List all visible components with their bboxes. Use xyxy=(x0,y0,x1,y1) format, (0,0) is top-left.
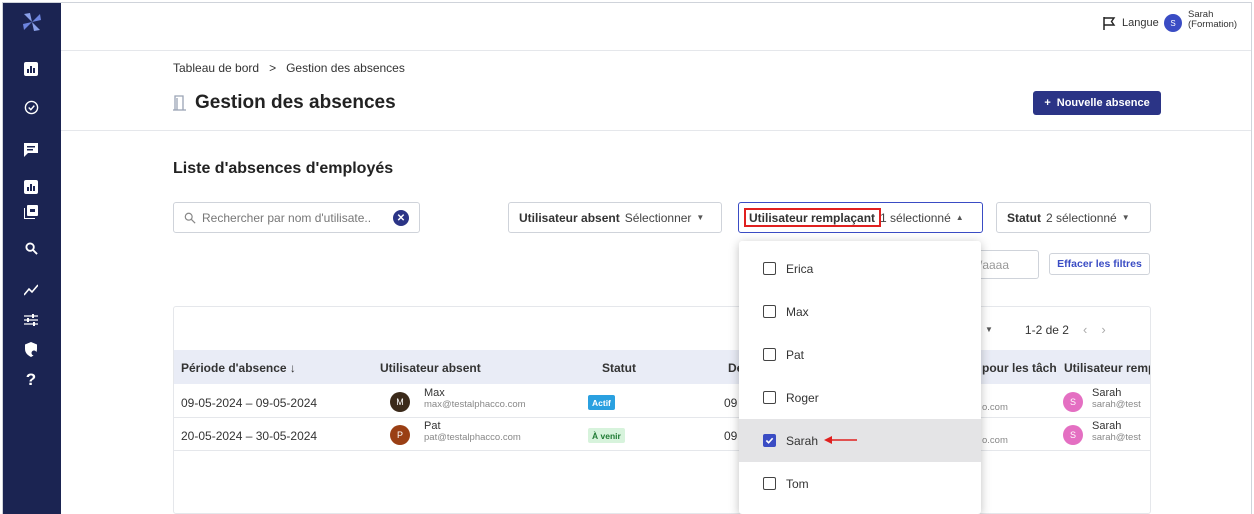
clear-filters-button[interactable]: Effacer les filtres xyxy=(1049,253,1150,275)
dashboard-icon[interactable] xyxy=(20,58,42,80)
dropdown-option-pat[interactable]: Pat xyxy=(739,333,981,376)
replacement-filter-value: 1 sélectionné xyxy=(880,210,951,225)
shield-icon[interactable] xyxy=(20,338,42,360)
option-label: Erica xyxy=(786,261,814,276)
checkbox[interactable] xyxy=(763,348,776,361)
avatar: S xyxy=(1063,425,1083,445)
checkbox-checked[interactable] xyxy=(763,434,776,447)
date-input[interactable]: /aaaa xyxy=(975,250,1039,279)
absent-user-filter[interactable]: Utilisateur absent Sélectionner ▼ xyxy=(508,202,722,233)
logo-icon[interactable] xyxy=(20,10,44,34)
breadcrumb: Tableau de bord > Gestion des absences xyxy=(173,61,405,75)
col-period[interactable]: Période d'absence ↓ xyxy=(181,361,296,375)
checkbox[interactable] xyxy=(763,262,776,275)
dropdown-option-max[interactable]: Max xyxy=(739,290,981,333)
status-badge: À venir xyxy=(588,428,625,443)
replacement-user-cell: Sarah sarah@test xyxy=(1092,421,1141,443)
chat-icon[interactable] xyxy=(20,139,42,161)
stack-icon[interactable] xyxy=(20,201,42,223)
tasks-cell: o.com xyxy=(982,435,1008,446)
breadcrumb-home[interactable]: Tableau de bord xyxy=(173,61,259,75)
col-absent-user[interactable]: Utilisateur absent xyxy=(380,361,481,375)
prev-page-icon[interactable]: ‹ xyxy=(1083,322,1087,337)
status-badge: Actif xyxy=(588,395,615,410)
absent-filter-value: Sélectionner xyxy=(624,210,692,225)
option-label: Tom xyxy=(786,476,809,491)
dropdown-option-roger[interactable]: Roger xyxy=(739,376,981,419)
from-cell: 09 xyxy=(724,429,738,443)
chevron-down-icon: ▼ xyxy=(696,213,705,222)
avatar: S xyxy=(1063,392,1083,412)
avatar: P xyxy=(390,425,410,445)
period-cell: 20-05-2024 – 30-05-2024 xyxy=(181,429,318,443)
new-absence-button[interactable]: + Nouvelle absence xyxy=(1033,91,1161,115)
user-menu[interactable]: Sarah (Formation) xyxy=(1188,10,1237,30)
sidebar: ? xyxy=(3,3,61,514)
checkbox[interactable] xyxy=(763,305,776,318)
next-page-icon[interactable]: › xyxy=(1101,322,1105,337)
top-bar xyxy=(61,3,1252,51)
replacement-user-cell: Sarah sarah@test xyxy=(1092,388,1141,410)
dropdown-option-sarah[interactable]: Sarah xyxy=(739,419,981,462)
checkbox[interactable] xyxy=(763,391,776,404)
table-row[interactable]: 20-05-2024 – 30-05-2024 P Pat pat@testal… xyxy=(174,418,1150,451)
pagination: ▼ 1-2 de 2 ‹ › xyxy=(985,322,1106,337)
col-tasks[interactable]: pour les tâch xyxy=(982,361,1057,375)
arrow-left-icon xyxy=(824,436,857,444)
col-replacement-user[interactable]: Utilisateur remp xyxy=(1064,361,1150,375)
dropdown-option-tom[interactable]: Tom xyxy=(739,462,981,505)
breadcrumb-separator: > xyxy=(269,61,277,75)
status-filter-value: 2 sélectionné xyxy=(1046,210,1117,225)
option-label: Max xyxy=(786,304,809,319)
search-icon[interactable] xyxy=(20,237,42,259)
flag-icon xyxy=(1103,17,1116,30)
language-selector[interactable]: Langue xyxy=(1102,16,1159,30)
option-label: Pat xyxy=(786,347,805,362)
clear-search-icon[interactable]: ✕ xyxy=(393,210,409,226)
option-label: Roger xyxy=(786,390,819,405)
table-row[interactable]: 09-05-2024 – 09-05-2024 M Max max@testal… xyxy=(174,385,1150,418)
option-label: Sarah xyxy=(786,433,819,448)
sliders-icon[interactable] xyxy=(20,309,42,331)
search-input[interactable]: Rechercher par nom d'utilisate.. ✕ xyxy=(173,202,420,233)
absent-filter-label: Utilisateur absent xyxy=(519,210,620,225)
dropdown-option-erica[interactable]: Erica xyxy=(739,247,981,290)
chevron-down-icon: ▼ xyxy=(1121,213,1130,222)
section-title: Liste d'absences d'employés xyxy=(173,160,394,177)
trend-icon[interactable] xyxy=(20,279,42,301)
check-icon xyxy=(765,437,774,444)
help-icon[interactable]: ? xyxy=(20,369,42,391)
page-title-text: Gestion des absences xyxy=(195,92,396,113)
replacement-filter-label: Utilisateur remplaçant xyxy=(749,210,876,225)
tasks-cell: o.com xyxy=(982,402,1008,413)
status-filter[interactable]: Statut 2 sélectionné ▼ xyxy=(996,202,1151,233)
period-cell: 09-05-2024 – 09-05-2024 xyxy=(181,396,318,410)
replacement-user-filter[interactable]: Utilisateur remplaçant 1 sélectionné ▲ xyxy=(738,202,983,233)
checkbox[interactable] xyxy=(763,477,776,490)
search-placeholder: Rechercher par nom d'utilisate.. xyxy=(202,210,372,225)
chevron-down-icon[interactable]: ▼ xyxy=(985,325,993,334)
page-range: 1-2 de 2 xyxy=(1024,322,1069,337)
absent-user-cell: Max max@testalphacco.com xyxy=(424,388,526,410)
chevron-up-icon: ▲ xyxy=(955,213,964,222)
user-role: (Formation) xyxy=(1188,19,1238,30)
check-circle-icon[interactable] xyxy=(20,96,42,118)
plus-icon: + xyxy=(1044,97,1051,109)
search-icon xyxy=(184,212,196,224)
breadcrumb-current: Gestion des absences xyxy=(286,61,405,75)
avatar[interactable]: S xyxy=(1164,14,1182,32)
page-title: Gestion des absences xyxy=(173,92,396,114)
door-icon xyxy=(173,95,186,111)
absent-user-cell: Pat pat@testalphacco.com xyxy=(424,421,521,443)
from-cell: 09 xyxy=(724,396,738,410)
col-status[interactable]: Statut xyxy=(602,361,636,375)
language-label: Langue xyxy=(1122,17,1159,29)
status-filter-label: Statut xyxy=(1007,210,1041,225)
replacement-user-dropdown: Erica Max Pat Roger Sarah Tom xyxy=(739,241,981,514)
new-absence-label: Nouvelle absence xyxy=(1056,97,1150,109)
avatar: M xyxy=(390,392,410,412)
table-header: Période d'absence ↓ Utilisateur absent S… xyxy=(174,350,1150,384)
chart-icon[interactable] xyxy=(20,176,42,198)
